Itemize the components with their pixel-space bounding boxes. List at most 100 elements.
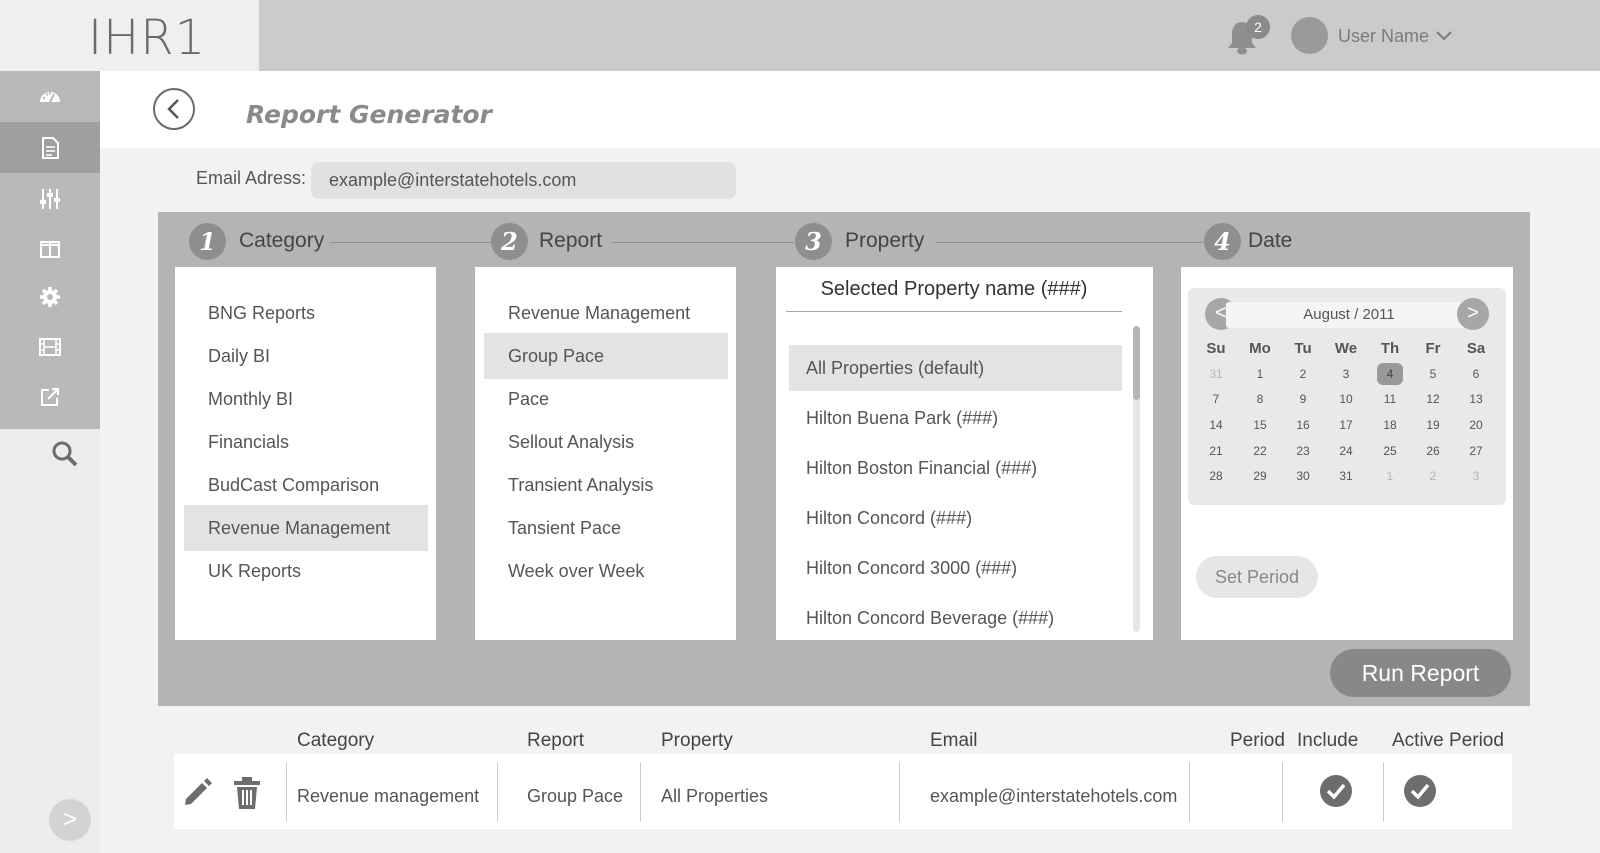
notification-badge[interactable]: 2 bbox=[1246, 15, 1270, 39]
category-item[interactable]: UK Reports bbox=[184, 548, 428, 594]
calendar-day[interactable]: 2 bbox=[1290, 363, 1316, 385]
calendar-day[interactable]: 24 bbox=[1333, 440, 1359, 462]
calendar-day[interactable]: 29 bbox=[1247, 465, 1273, 487]
column-divider bbox=[640, 762, 641, 822]
report-item[interactable]: Week over Week bbox=[484, 548, 728, 594]
calendar-day[interactable]: 7 bbox=[1203, 388, 1229, 410]
category-item[interactable]: BudCast Comparison bbox=[184, 462, 428, 508]
sidebar-item-layout[interactable] bbox=[0, 223, 100, 274]
calendar-day[interactable]: 17 bbox=[1333, 414, 1359, 436]
calendar-day[interactable]: 31 bbox=[1203, 363, 1229, 385]
set-period-button[interactable]: Set Period bbox=[1196, 556, 1318, 598]
sidebar-item-external[interactable] bbox=[0, 371, 100, 422]
run-report-button[interactable]: Run Report bbox=[1330, 649, 1511, 697]
app-logo[interactable]: IHR1 bbox=[88, 10, 206, 66]
calendar-day[interactable]: 16 bbox=[1290, 414, 1316, 436]
property-divider bbox=[786, 311, 1122, 312]
calendar-day[interactable]: 2 bbox=[1420, 465, 1446, 487]
calendar-day[interactable]: 12 bbox=[1420, 388, 1446, 410]
calendar-day[interactable]: 30 bbox=[1290, 465, 1316, 487]
calendar-weekday: Mo bbox=[1249, 340, 1271, 357]
report-item[interactable]: Transient Analysis bbox=[484, 462, 728, 508]
calendar-day[interactable]: 8 bbox=[1247, 388, 1273, 410]
calendar-day[interactable]: 13 bbox=[1463, 388, 1489, 410]
column-header-category: Category bbox=[297, 730, 375, 751]
calendar-day[interactable]: 27 bbox=[1463, 440, 1489, 462]
gear-icon bbox=[40, 286, 60, 307]
column-header-include: Include bbox=[1297, 730, 1359, 751]
edit-icon[interactable] bbox=[180, 775, 214, 809]
calendar-day-selected[interactable]: 4 bbox=[1377, 363, 1403, 385]
category-item[interactable]: Financials bbox=[184, 419, 428, 465]
calendar-day[interactable]: 5 bbox=[1420, 363, 1446, 385]
property-item-selected[interactable]: All Properties (default) bbox=[789, 345, 1122, 391]
report-item[interactable]: Revenue Management bbox=[484, 290, 728, 336]
active-period-check-icon[interactable] bbox=[1404, 775, 1436, 807]
calendar-day[interactable]: 3 bbox=[1333, 363, 1359, 385]
category-item-selected[interactable]: Revenue Management bbox=[184, 505, 428, 551]
cell-email: example@interstatehotels.com bbox=[930, 786, 1178, 806]
sidebar-item-dashboard[interactable] bbox=[0, 71, 100, 122]
property-item[interactable]: Hilton Buena Park (###) bbox=[789, 395, 1122, 441]
calendar-day[interactable]: 11 bbox=[1377, 388, 1403, 410]
report-item[interactable]: Pace bbox=[484, 376, 728, 422]
step-4-number: 4 bbox=[1204, 223, 1241, 260]
property-item[interactable]: Hilton Concord Beverage (###) bbox=[789, 595, 1122, 635]
calendar-day[interactable]: 20 bbox=[1463, 414, 1489, 436]
page-title: Report Generator bbox=[246, 100, 492, 129]
calendar-day[interactable]: 31 bbox=[1333, 465, 1359, 487]
film-icon bbox=[39, 337, 61, 356]
calendar-day[interactable]: 26 bbox=[1420, 440, 1446, 462]
include-check-icon[interactable] bbox=[1320, 775, 1352, 807]
calendar-day[interactable]: 28 bbox=[1203, 465, 1229, 487]
cell-property: All Properties bbox=[661, 786, 769, 806]
calendar-day[interactable]: 6 bbox=[1463, 363, 1489, 385]
column-divider bbox=[899, 762, 900, 822]
step-1-number: 1 bbox=[189, 223, 226, 260]
property-scroll-thumb[interactable] bbox=[1133, 326, 1140, 400]
column-header-property: Property bbox=[661, 730, 733, 751]
step-3-number: 3 bbox=[795, 223, 832, 260]
calendar-day[interactable]: 3 bbox=[1463, 465, 1489, 487]
column-header-active-period: Active Period bbox=[1392, 730, 1504, 751]
calendar-weekday: We bbox=[1334, 340, 1358, 357]
category-item[interactable]: BNG Reports bbox=[184, 290, 428, 336]
calendar-day[interactable]: 9 bbox=[1290, 388, 1316, 410]
category-item[interactable]: Daily BI bbox=[184, 333, 428, 379]
calendar-day[interactable]: 22 bbox=[1247, 440, 1273, 462]
expand-arrow-icon: > bbox=[62, 806, 77, 833]
search-icon[interactable] bbox=[50, 439, 80, 469]
sidebar-item-media[interactable] bbox=[0, 321, 100, 372]
report-item-selected[interactable]: Group Pace bbox=[484, 333, 728, 379]
back-button[interactable] bbox=[153, 88, 195, 130]
calendar-day[interactable]: 19 bbox=[1420, 414, 1446, 436]
calendar-day[interactable]: 18 bbox=[1377, 414, 1403, 436]
calendar-day[interactable]: 23 bbox=[1290, 440, 1316, 462]
category-item[interactable]: Monthly BI bbox=[184, 376, 428, 422]
sidebar-item-reports[interactable] bbox=[0, 122, 100, 173]
sidebar-expand-button[interactable]: > bbox=[49, 799, 91, 841]
property-item[interactable]: Hilton Concord (###) bbox=[789, 495, 1122, 541]
sidebar-item-controls[interactable] bbox=[0, 173, 100, 224]
columns-icon bbox=[40, 240, 60, 258]
calendar-day[interactable]: 21 bbox=[1203, 440, 1229, 462]
calendar-day[interactable]: 1 bbox=[1377, 465, 1403, 487]
calendar-day[interactable]: 15 bbox=[1247, 414, 1273, 436]
calendar-day[interactable]: 1 bbox=[1247, 363, 1273, 385]
cell-report: Group Pace bbox=[527, 786, 624, 806]
property-item[interactable]: Hilton Boston Financial (###) bbox=[789, 445, 1122, 491]
trash-icon[interactable] bbox=[232, 776, 262, 810]
calendar-day[interactable]: 14 bbox=[1203, 414, 1229, 436]
email-field[interactable]: example@interstatehotels.com bbox=[311, 162, 736, 199]
column-divider bbox=[1383, 762, 1384, 822]
avatar[interactable] bbox=[1291, 17, 1328, 54]
report-item[interactable]: Sellout Analysis bbox=[484, 419, 728, 465]
user-name[interactable]: User Name bbox=[1338, 26, 1429, 47]
report-item[interactable]: Tansient Pace bbox=[484, 505, 728, 551]
sidebar-item-settings[interactable] bbox=[0, 271, 100, 322]
calendar-next-button[interactable]: > bbox=[1457, 298, 1489, 330]
calendar-day[interactable]: 25 bbox=[1377, 440, 1403, 462]
chevron-down-icon[interactable] bbox=[1435, 29, 1453, 43]
property-item[interactable]: Hilton Concord 3000 (###) bbox=[789, 545, 1122, 591]
calendar-day[interactable]: 10 bbox=[1333, 388, 1359, 410]
